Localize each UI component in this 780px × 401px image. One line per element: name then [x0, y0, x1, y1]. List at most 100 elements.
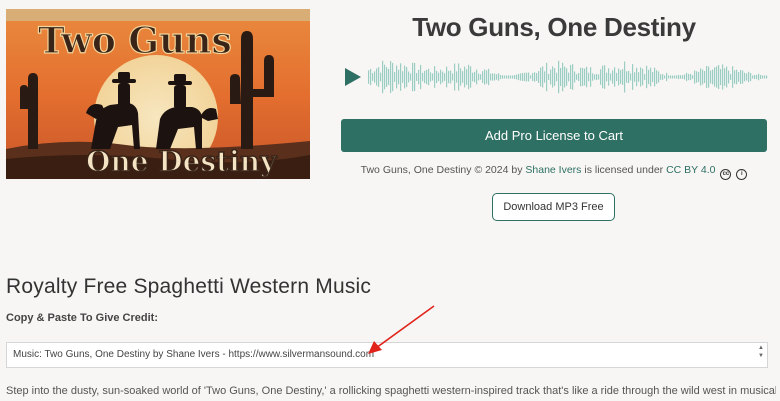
waveform-bar: [662, 74, 664, 80]
waveform-bar: [562, 62, 564, 92]
waveform-bar: [374, 71, 376, 83]
waveform-bar: [478, 73, 480, 81]
waveform-bar: [472, 72, 474, 82]
waveform-bar: [760, 75, 762, 79]
copy-credit-label: Copy & Paste To Give Credit:: [6, 312, 158, 324]
waveform-bar: [682, 75, 684, 79]
waveform-bar: [646, 65, 648, 89]
waveform-bar: [576, 74, 578, 80]
waveform-bar: [390, 61, 392, 93]
waveform-bar: [464, 66, 466, 88]
add-pro-license-button[interactable]: Add Pro License to Cart: [341, 119, 767, 152]
waveform-bar: [504, 75, 506, 79]
waveform-bar: [612, 70, 614, 84]
waveform-bar: [430, 72, 432, 82]
play-button[interactable]: [343, 66, 363, 88]
waveform-bar: [604, 65, 606, 89]
waveform-bar: [704, 71, 706, 83]
waveform-bar: [372, 73, 374, 81]
waveform-bar: [714, 67, 716, 87]
waveform-bar: [618, 68, 620, 86]
waveform-bar: [660, 74, 662, 80]
license-link[interactable]: CC BY 4.0: [666, 164, 715, 176]
waveform-bar: [484, 69, 486, 85]
waveform-bar: [392, 62, 394, 92]
waveform-bar: [506, 75, 508, 79]
waveform-bar: [726, 66, 728, 88]
waveform-bar: [522, 73, 524, 81]
waveform-bar: [440, 69, 442, 85]
waveform-bar: [746, 73, 748, 81]
play-icon: [345, 68, 361, 86]
waveform-bar: [502, 75, 504, 79]
waveform-bar: [580, 67, 582, 87]
waveform-bar: [470, 66, 472, 88]
waveform-bar: [528, 72, 530, 82]
waveform-bar: [444, 73, 446, 81]
waveform-bar: [686, 72, 688, 82]
waveform-bar: [766, 75, 768, 79]
waveform-bar: [564, 66, 566, 88]
waveform-bar: [500, 74, 502, 80]
waveform-bar: [510, 75, 512, 79]
waveform-bar: [498, 73, 500, 81]
waveform-bar: [486, 70, 488, 84]
waveform-bar: [568, 72, 570, 82]
waveform-bar: [598, 74, 600, 80]
waveform-bar: [688, 73, 690, 81]
waveform-bar: [570, 64, 572, 90]
audio-waveform[interactable]: [368, 53, 768, 101]
waveform-bar: [578, 73, 580, 81]
waveform-bar: [670, 75, 672, 79]
waveform-bar: [380, 72, 382, 82]
waveform-bar: [490, 73, 492, 81]
waveform-bar: [482, 71, 484, 83]
textarea-scroll-arrows[interactable]: ▲ ▼: [757, 344, 765, 366]
waveform-bar: [732, 66, 734, 88]
waveform-bar: [466, 69, 468, 85]
waveform-bar: [394, 72, 396, 82]
waveform-bar: [480, 74, 482, 80]
waveform-bar: [644, 74, 646, 80]
waveform-bar: [454, 63, 456, 91]
waveform-bar: [610, 73, 612, 81]
waveform-bar: [718, 65, 720, 89]
waveform-bar: [530, 75, 532, 79]
author-link[interactable]: Shane Ivers: [525, 164, 581, 176]
waveform-bar: [546, 62, 548, 92]
waveform-bar: [698, 71, 700, 83]
waveform-bar: [420, 64, 422, 90]
waveform-bar: [386, 67, 388, 87]
waveform-bar: [600, 69, 602, 85]
waveform-bar: [740, 69, 742, 85]
waveform-bar: [458, 63, 460, 91]
waveform-bar: [620, 70, 622, 84]
waveform-bar: [512, 75, 514, 79]
waveform-bar: [640, 67, 642, 87]
waveform-bar: [626, 71, 628, 83]
waveform-bar: [558, 60, 560, 94]
waveform-bar: [410, 73, 412, 81]
waveform-bar: [426, 69, 428, 85]
waveform-bar: [680, 75, 682, 79]
waveform-bar: [590, 67, 592, 87]
waveform-bar: [750, 72, 752, 82]
waveform-bar: [566, 68, 568, 86]
by-attribution-icon: i: [736, 169, 748, 180]
waveform-bar: [572, 64, 574, 90]
waveform-bar: [550, 69, 552, 85]
waveform-bar: [708, 66, 710, 88]
waveform-bar: [634, 72, 636, 82]
waveform-bar: [476, 69, 478, 85]
waveform-bar: [592, 73, 594, 81]
waveform-bar: [508, 75, 510, 79]
waveform-bar: [602, 65, 604, 89]
waveform-bar: [422, 72, 424, 82]
waveform-bar: [376, 68, 378, 86]
waveform-bar: [692, 75, 694, 79]
waveform-bar: [534, 72, 536, 82]
cc-icon: cc: [720, 169, 732, 180]
download-mp3-button[interactable]: Download MP3 Free: [492, 193, 615, 221]
waveform-bar: [678, 74, 680, 80]
track-title: Two Guns, One Destiny: [412, 12, 696, 42]
